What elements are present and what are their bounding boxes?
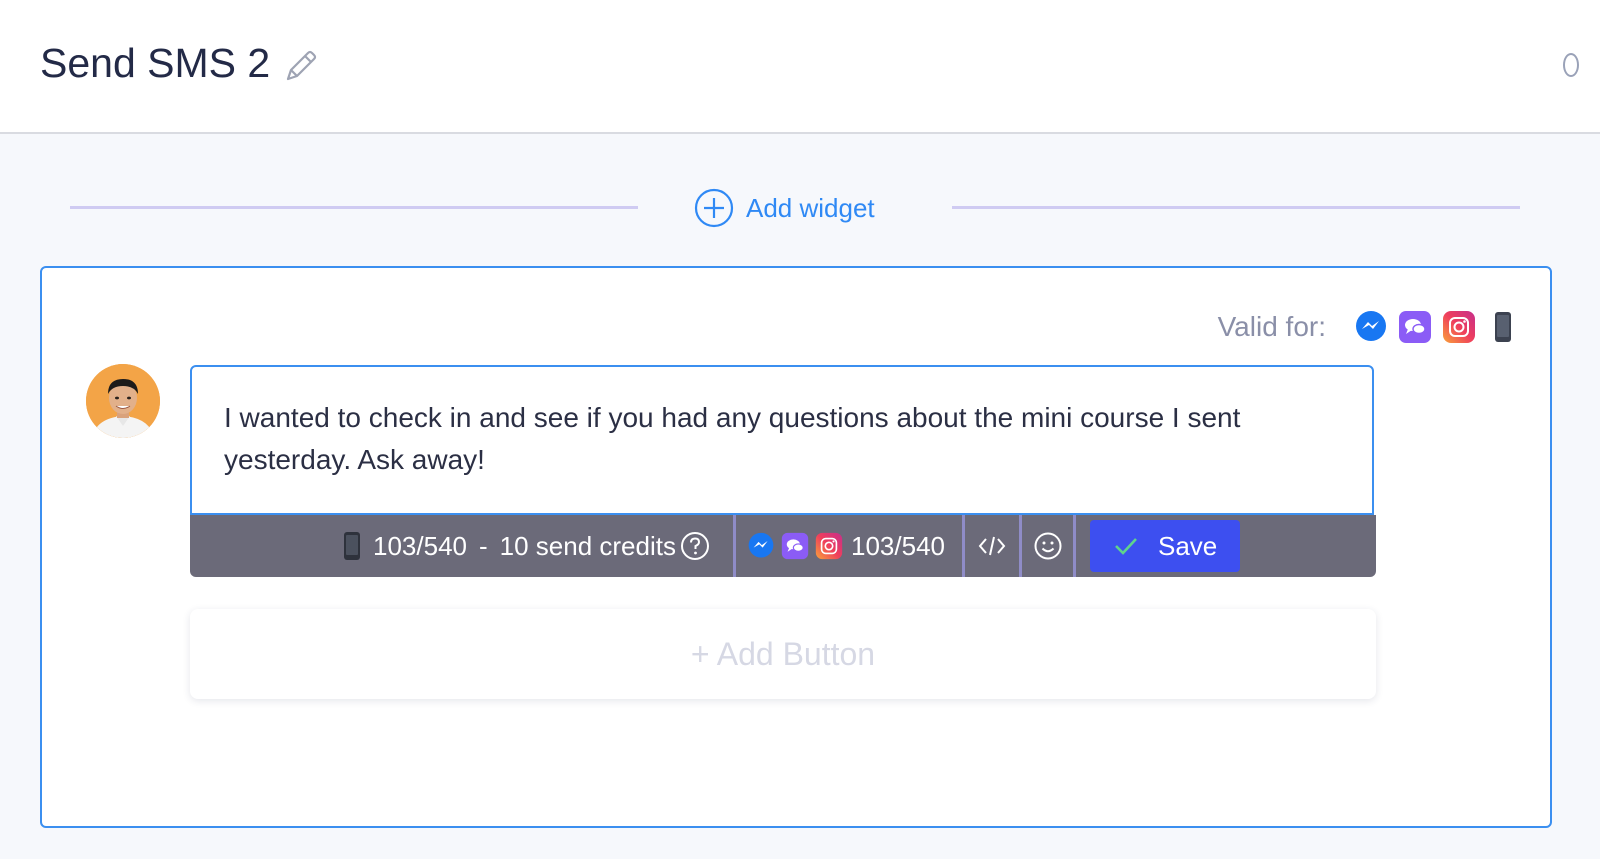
editor-toolbar: 103/540 - 10 send credits 103/540 Save xyxy=(190,515,1376,577)
chat-icon xyxy=(781,532,809,560)
sms-widget-card: Valid for: I wanted to check in and see … xyxy=(40,266,1552,828)
phone-icon xyxy=(1495,312,1511,342)
add-widget-label: Add widget xyxy=(746,192,875,223)
valid-for: Valid for: xyxy=(1218,310,1520,344)
send-credits: 10 send credits xyxy=(499,530,676,561)
phone-icon xyxy=(344,532,360,560)
sms-credit-counter: 103/540 - 10 send credits xyxy=(342,515,710,577)
add-button[interactable]: + Add Button xyxy=(190,609,1376,699)
separator-dash: - xyxy=(478,530,488,561)
emoji-button[interactable] xyxy=(1022,515,1073,577)
save-button[interactable]: Save xyxy=(1090,520,1240,572)
message-editor[interactable]: I wanted to check in and see if you had … xyxy=(190,365,1374,515)
page-header: Send SMS 2 xyxy=(0,0,1600,134)
divider-right xyxy=(952,206,1520,209)
options-icon[interactable] xyxy=(1563,53,1579,77)
toolbar-divider xyxy=(733,515,736,577)
toolbar-divider xyxy=(1073,515,1076,577)
messenger-icon xyxy=(1356,311,1386,341)
valid-for-label: Valid for: xyxy=(1217,311,1326,342)
chat-icon xyxy=(1399,311,1431,343)
add-button-label: + Add Button xyxy=(690,635,876,672)
social-char-counter: 103/540 xyxy=(747,515,945,577)
smiley-icon xyxy=(1034,532,1061,560)
code-icon xyxy=(978,536,1006,556)
messenger-icon xyxy=(748,532,774,558)
check-icon xyxy=(1115,538,1137,555)
message-text[interactable]: I wanted to check in and see if you had … xyxy=(224,397,1334,481)
social-char-count: 103/540 xyxy=(851,530,945,561)
plus-circle-icon xyxy=(694,188,734,228)
question-circle-icon[interactable] xyxy=(680,531,710,561)
insert-code-button[interactable] xyxy=(965,515,1019,577)
avatar xyxy=(86,364,160,438)
page-title: Send SMS 2 xyxy=(40,40,271,86)
sms-char-count: 103/540 xyxy=(373,530,467,561)
instagram-icon xyxy=(1443,311,1475,343)
save-label: Save xyxy=(1158,530,1218,561)
pencil-icon[interactable] xyxy=(283,48,319,84)
divider-left xyxy=(70,206,638,209)
instagram-icon xyxy=(815,532,843,560)
add-widget-button[interactable]: Add widget xyxy=(694,187,875,229)
